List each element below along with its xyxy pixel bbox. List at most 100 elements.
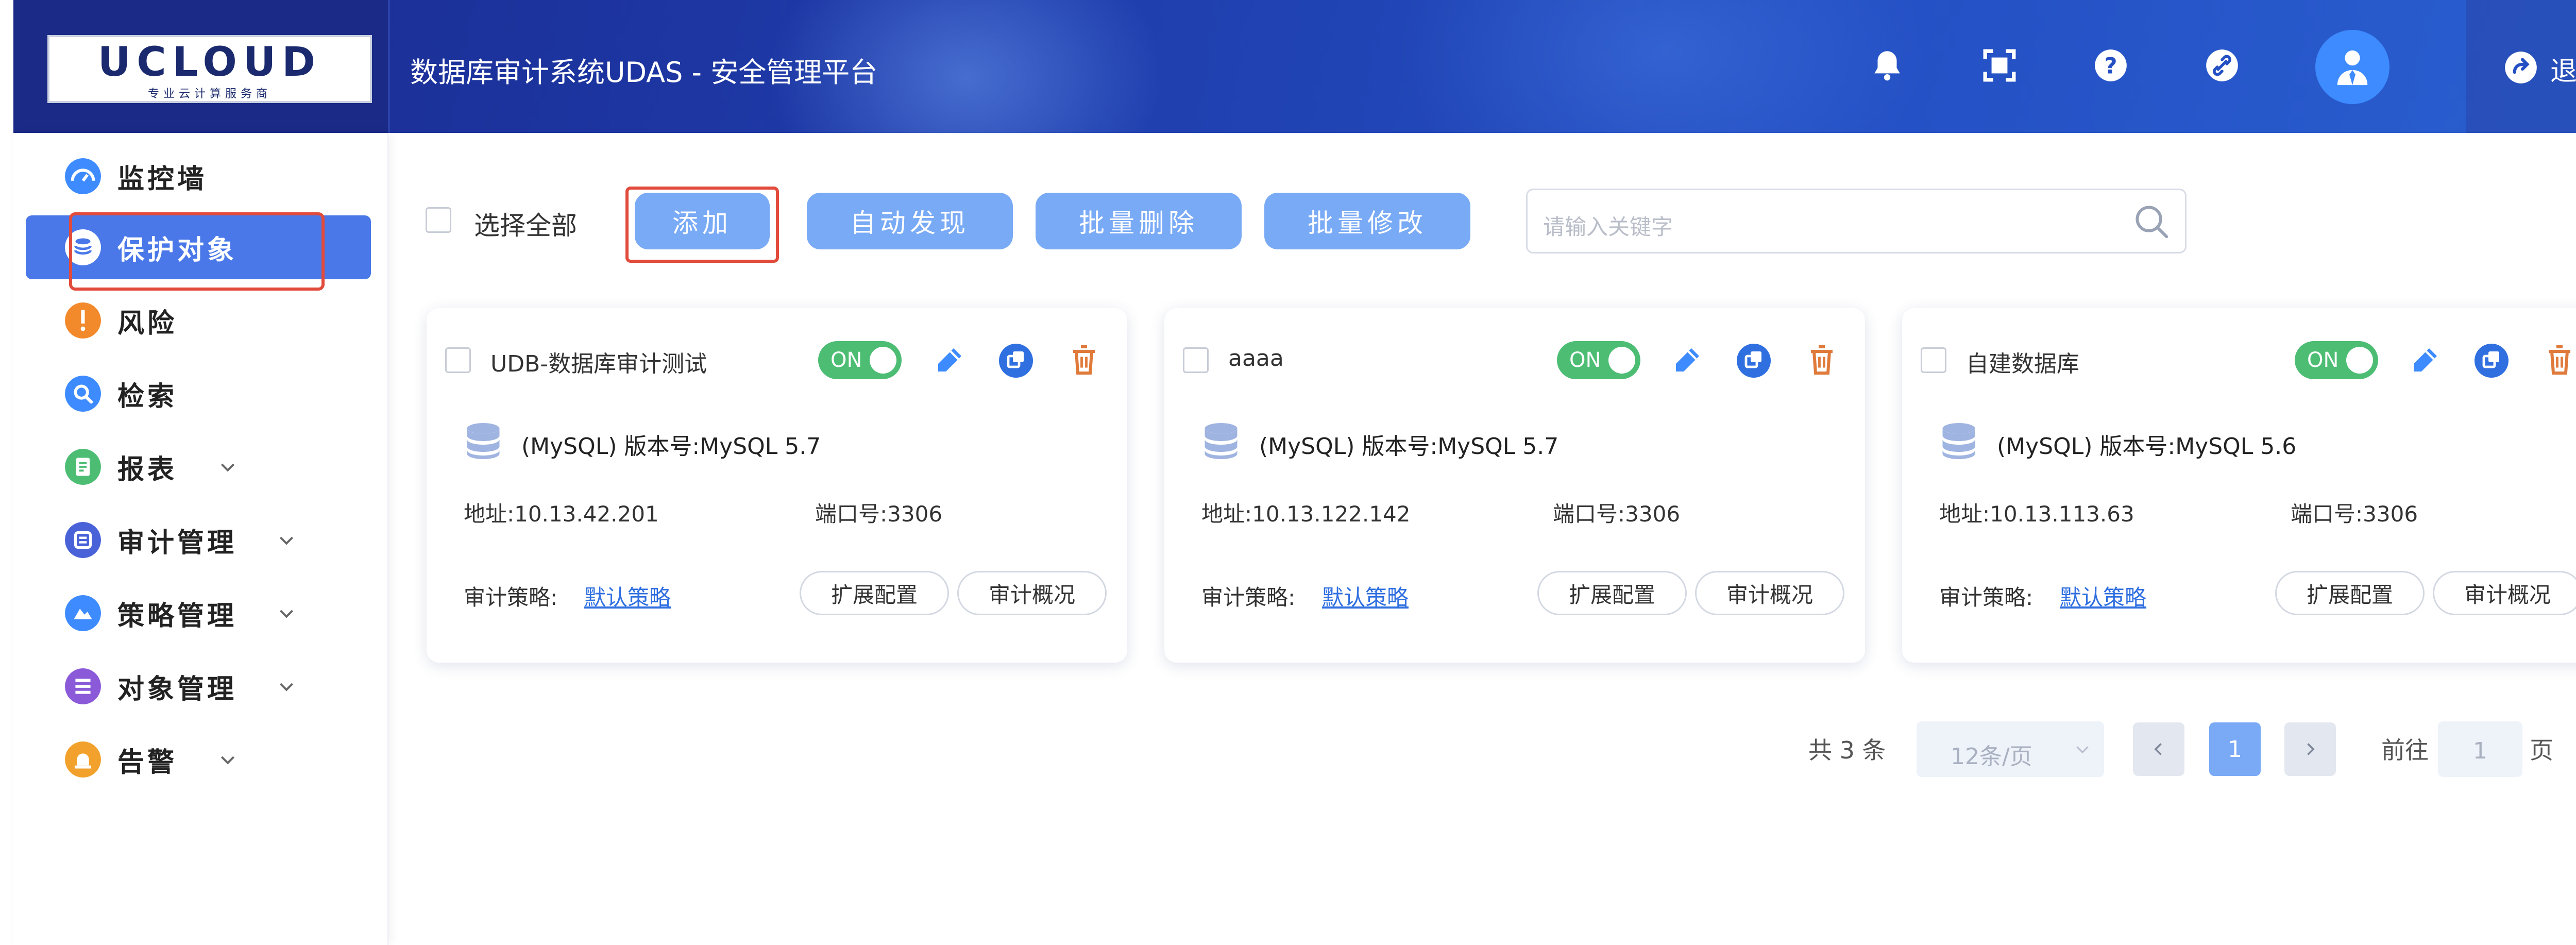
sidebar-item-label: 审计管理 [117,527,238,559]
db-version: (MySQL) 版本号:MySQL 5.7 [1259,433,1559,460]
search-input[interactable]: 请输入关键字 [1526,189,2187,254]
copy-icon[interactable] [2473,342,2510,379]
sidebar-item-label: 监控墙 [117,163,208,195]
goto-page-value: 1 [2473,738,2487,764]
sidebar-item-label: 风险 [117,308,178,339]
app-title: 数据库审计系统UDAS - 安全管理平台 [410,56,878,89]
audit-policy-link[interactable]: 默认策略 [1322,580,1409,612]
chevron-down-icon [279,536,294,545]
db-address: 地址:10.13.122.142 [1201,501,1411,527]
prev-page-button[interactable] [2133,722,2184,776]
db-address: 地址:10.13.113.63 [1939,501,2134,527]
batch-delete-button[interactable]: 批量删除 [1036,193,1242,249]
next-page-button[interactable] [2284,722,2336,776]
sidebar-item-label: 检索 [117,381,178,412]
object-icon [65,668,101,704]
status-toggle[interactable]: ON [818,341,902,379]
page-size-value: 12条/页 [1951,744,2032,770]
toggle-knob [2346,347,2373,374]
database-card: aaaa ON (MySQL) 版本号:MySQL 5.7 地址:10.13.1… [1164,308,1865,663]
extended-config-button[interactable]: 扩展配置 [1537,571,1687,615]
top-bar: UCLOUD 专业云计算服务商 数据库审计系统UDAS - 安全管理平台 ? 退 [13,0,2576,133]
user-avatar[interactable] [2315,30,2389,104]
edit-icon[interactable] [1668,342,1705,379]
goto-page-input[interactable]: 1 [2438,721,2522,777]
help-icon[interactable]: ? [2092,46,2130,85]
logout-label: 退出 [2550,56,2576,87]
card-checkbox[interactable] [1921,347,1946,373]
chevron-down-icon [279,683,294,691]
sidebar-item-label: 报表 [117,454,178,485]
card-checkbox[interactable] [1183,347,1209,373]
copy-icon[interactable] [1735,342,1772,379]
audit-overview-button[interactable]: 审计概况 [1695,571,1844,615]
chevron-down-icon [221,756,235,765]
card-checkbox[interactable] [445,347,471,373]
delete-icon[interactable] [1803,342,1840,379]
sidebar-item-policy-management[interactable]: 策略管理 [26,581,371,645]
card-title: 自建数据库 [1966,351,2079,377]
database-card: UDB-数据库审计测试 ON (MySQL) 版本号:MySQL 5.7 地址:… [427,308,1127,663]
sidebar-item-risk[interactable]: 风险 [26,289,371,352]
select-all-label: 选择全部 [474,211,577,241]
goto-label: 前往 [2381,736,2429,764]
database-icon [1942,423,1975,459]
audit-policy-link[interactable]: 默认策略 [2060,580,2146,612]
toggle-label: ON [1569,348,1601,372]
pagination-total: 共 3 条 [1808,736,1886,764]
highlight-annotation-add [625,187,779,263]
fullscreen-icon[interactable] [1980,46,2019,85]
user-avatar-icon [2337,50,2368,86]
search-placeholder: 请输入关键字 [1543,214,1673,240]
extended-config-button[interactable]: 扩展配置 [800,571,949,615]
sidebar-item-monitor-wall[interactable]: 监控墙 [26,144,371,208]
db-version: (MySQL) 版本号:MySQL 5.7 [521,433,821,460]
page-size-select[interactable]: 12条/页 [1917,721,2104,777]
toggle-knob [870,347,896,374]
select-all-checkbox[interactable] [426,207,451,233]
dashboard-icon [65,158,101,194]
sidebar-item-label: 对象管理 [117,673,238,705]
chevron-down-icon [2076,746,2089,754]
copy-icon[interactable] [997,342,1035,379]
logo-area: UCLOUD 专业云计算服务商 [13,0,389,133]
edit-icon[interactable] [2406,342,2443,379]
toggle-label: ON [831,348,862,372]
audit-policy-label: 审计策略: [464,585,558,610]
logo[interactable]: UCLOUD 专业云计算服务商 [47,35,372,103]
logo-subtext: 专业云计算服务商 [147,88,272,100]
sidebar-item-search[interactable]: 检索 [26,362,371,426]
bell-icon[interactable] [1868,46,1906,85]
link-icon[interactable] [2203,46,2241,85]
toggle-knob [1608,347,1635,374]
audit-policy-label: 审计策略: [1201,585,1296,610]
extended-config-button[interactable]: 扩展配置 [2275,571,2425,615]
delete-icon[interactable] [2541,342,2576,379]
sidebar-item-alarms[interactable]: 告警 [26,728,371,791]
chevron-down-icon [221,463,235,472]
current-page-button[interactable]: 1 [2209,722,2261,776]
sidebar-item-reports[interactable]: 报表 [26,435,371,499]
database-icon [1205,423,1238,459]
search-icon[interactable] [2131,201,2172,242]
card-title: aaaa [1228,345,1284,372]
status-toggle[interactable]: ON [1557,341,1640,379]
sidebar-item-object-management[interactable]: 对象管理 [26,654,371,718]
sidebar-item-audit-management[interactable]: 审计管理 [26,508,371,572]
audit-policy-link[interactable]: 默认策略 [584,580,671,612]
search-icon [65,376,101,412]
audit-overview-button[interactable]: 审计概况 [957,571,1107,615]
logout-button[interactable]: 退出 [2466,0,2576,133]
highlight-annotation-protected-objects [69,212,325,291]
edit-icon[interactable] [930,342,968,379]
auto-discover-button[interactable]: 自动发现 [807,193,1013,249]
batch-edit-button[interactable]: 批量修改 [1264,193,1470,249]
chevron-down-icon [279,610,294,618]
svg-text:?: ? [2104,53,2117,79]
chevron-left-icon [2154,743,2162,755]
db-address: 地址:10.13.42.201 [464,501,659,527]
audit-overview-button[interactable]: 审计概况 [2433,571,2576,615]
status-toggle[interactable]: ON [2295,341,2378,379]
delete-icon[interactable] [1065,342,1103,379]
warning-icon [65,302,101,339]
